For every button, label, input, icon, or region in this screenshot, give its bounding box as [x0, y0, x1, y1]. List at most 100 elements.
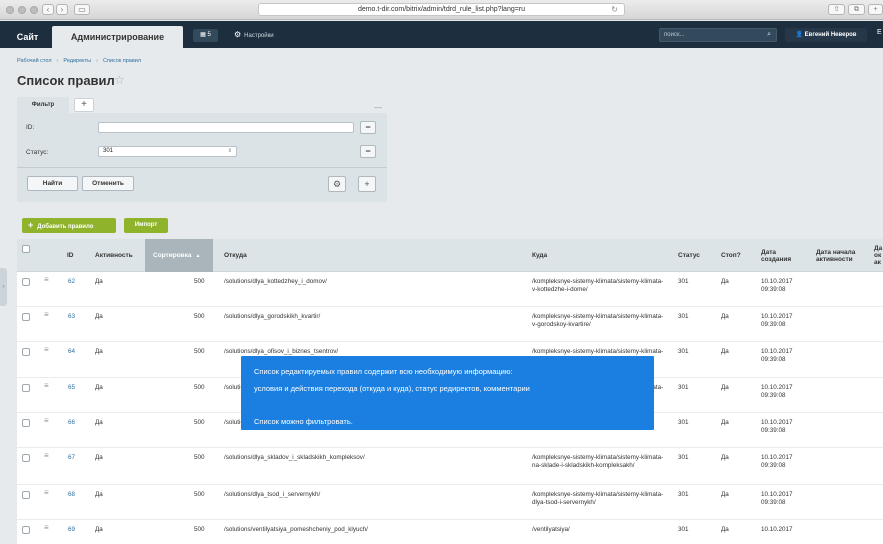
row-actions-menu-icon[interactable]: ≡	[44, 345, 49, 354]
row-checkbox[interactable]	[22, 384, 30, 392]
row-id[interactable]: 64	[68, 348, 75, 356]
row-actions-menu-icon[interactable]: ≡	[44, 523, 49, 532]
cancel-button[interactable]: Отменить	[82, 176, 134, 191]
row-actions-menu-icon[interactable]: ≡	[44, 488, 49, 497]
table-row[interactable]: ≡ 63 Да 500/solutions/dlya_gorodskikh_kvart…	[17, 307, 883, 342]
row-active: Да	[95, 384, 103, 391]
row-stop: Да	[721, 454, 729, 461]
row-from: /solutions/dlya_kottedzhey_i_domov/	[224, 278, 327, 285]
row-status: 301	[678, 419, 689, 426]
row-created: 10.10.2017 09:39:08	[761, 384, 793, 399]
row-id[interactable]: 68	[68, 491, 75, 499]
row-id[interactable]: 65	[68, 384, 75, 392]
remove-id-filter-button[interactable]: −	[360, 121, 376, 134]
remove-status-filter-button[interactable]: −	[360, 145, 376, 158]
topbar-more-icon[interactable]: E	[877, 29, 883, 36]
user-menu[interactable]: 👤 Евгений Неверов	[785, 28, 867, 42]
close-window-icon[interactable]	[6, 6, 14, 14]
column-header-extra[interactable]: Да ок ак	[874, 239, 883, 272]
notifications-button[interactable]: ▦ 5	[193, 29, 218, 42]
column-header-sort[interactable]: Сортировка ▲	[145, 239, 213, 272]
help-tooltip: Список редактируемых правил содержит всю…	[241, 356, 654, 430]
row-sort: 500	[194, 526, 205, 533]
collapse-filter-icon[interactable]: —	[374, 103, 382, 112]
column-header-start[interactable]: Дата начала активности	[816, 239, 868, 272]
row-checkbox[interactable]	[22, 491, 30, 499]
row-id[interactable]: 66	[68, 419, 75, 427]
row-status: 301	[678, 454, 689, 461]
row-sort: 500	[194, 313, 205, 320]
minimize-window-icon[interactable]	[18, 6, 26, 14]
row-actions-menu-icon[interactable]: ≡	[44, 451, 49, 460]
tabs-icon[interactable]: ⧉	[848, 4, 865, 15]
table-row[interactable]: ≡ 62 Да 500/solutions/dlya_kottedzhey_i_dom…	[17, 272, 883, 307]
back-icon[interactable]: ‹	[42, 4, 54, 15]
row-from: /solutions/dlya_gorodskikh_kvartir/	[224, 313, 321, 320]
row-status: 301	[678, 491, 689, 498]
row-stop: Да	[721, 526, 729, 533]
id-input[interactable]	[98, 122, 354, 133]
row-id[interactable]: 69	[68, 526, 75, 534]
row-sort: 500	[194, 454, 205, 461]
forward-icon[interactable]: ›	[56, 4, 68, 15]
breadcrumb: Рабочий стол › Редиректы › Список правил	[17, 58, 141, 64]
row-status: 301	[678, 526, 689, 533]
row-id[interactable]: 67	[68, 454, 75, 462]
status-select[interactable]: 301 ⇕	[98, 146, 237, 157]
reload-icon[interactable]: ↻	[611, 4, 618, 15]
maximize-window-icon[interactable]	[30, 6, 38, 14]
row-checkbox[interactable]	[22, 278, 30, 286]
row-actions-menu-icon[interactable]: ≡	[44, 275, 49, 284]
row-id[interactable]: 63	[68, 313, 75, 321]
find-button[interactable]: Найти	[27, 176, 78, 191]
add-filter-field-icon[interactable]: +	[358, 176, 376, 192]
favorite-star-icon[interactable]: ☆	[114, 73, 125, 87]
row-status: 301	[678, 384, 689, 391]
row-stop: Да	[721, 313, 729, 320]
sidebar-toggle-icon[interactable]: ▭	[74, 4, 90, 15]
column-header-status[interactable]: Статус	[678, 239, 700, 272]
column-header-created[interactable]: Дата создания	[761, 239, 803, 272]
row-checkbox[interactable]	[22, 454, 30, 462]
row-to: /ventilyatsiya/	[532, 526, 570, 533]
tab-filter[interactable]: Фильтр	[17, 97, 69, 113]
breadcrumb-item[interactable]: Рабочий стол	[17, 58, 52, 64]
row-created: 10.10.2017 09:39:08	[761, 419, 793, 434]
column-header-id[interactable]: ID	[67, 239, 74, 272]
column-header-from[interactable]: Откуда	[224, 239, 247, 272]
row-checkbox[interactable]	[22, 313, 30, 321]
row-status: 301	[678, 278, 689, 285]
breadcrumb-item[interactable]: Редиректы	[63, 58, 91, 64]
filter-settings-gear-icon[interactable]: ⚙	[328, 176, 346, 192]
settings-link[interactable]: ⚙ Настройки	[234, 30, 274, 39]
table-row[interactable]: ≡ 68 Да 500/solutions/dlya_tsod_i_servernyk…	[17, 485, 883, 520]
row-checkbox[interactable]	[22, 348, 30, 356]
id-label: ID:	[26, 124, 35, 131]
table-row[interactable]: ≡ 67 Да 500/solutions/dlya_skladov_i_sklads…	[17, 448, 883, 485]
row-active: Да	[95, 419, 103, 426]
new-tab-icon[interactable]: +	[868, 4, 883, 15]
address-bar[interactable]: demo.t-dir.com/bitrix/admin/tdrd_rule_li…	[258, 3, 625, 16]
share-icon[interactable]: ⇧	[828, 4, 845, 15]
table-row[interactable]: ≡ 69 Да 500/solutions/ventilyatsiya_pomeshc…	[17, 520, 883, 544]
search-input[interactable]: поиск... ⌕	[659, 28, 777, 42]
browser-chrome: ‹ › ▭ demo.t-dir.com/bitrix/admin/tdrd_r…	[0, 0, 883, 20]
add-filter-tab-icon[interactable]: +	[74, 98, 94, 112]
row-actions-menu-icon[interactable]: ≡	[44, 310, 49, 319]
select-all-checkbox[interactable]	[22, 245, 30, 253]
column-header-active[interactable]: Активность	[95, 239, 133, 272]
row-checkbox[interactable]	[22, 419, 30, 427]
row-actions-menu-icon[interactable]: ≡	[44, 381, 49, 390]
side-panel-toggle-icon[interactable]: ›	[0, 268, 7, 306]
column-header-to[interactable]: Куда	[532, 239, 547, 272]
tab-site[interactable]: Сайт	[6, 27, 49, 48]
breadcrumb-item[interactable]: Список правил	[103, 58, 141, 64]
column-header-stop[interactable]: Стоп?	[721, 239, 741, 272]
tab-administration[interactable]: Администрирование	[52, 26, 183, 48]
add-rule-button[interactable]: + Добавить правило	[22, 218, 116, 233]
row-checkbox[interactable]	[22, 526, 30, 534]
import-button[interactable]: Импорт	[124, 218, 168, 233]
search-icon[interactable]: ⌕	[767, 29, 771, 41]
row-id[interactable]: 62	[68, 278, 75, 286]
row-actions-menu-icon[interactable]: ≡	[44, 416, 49, 425]
